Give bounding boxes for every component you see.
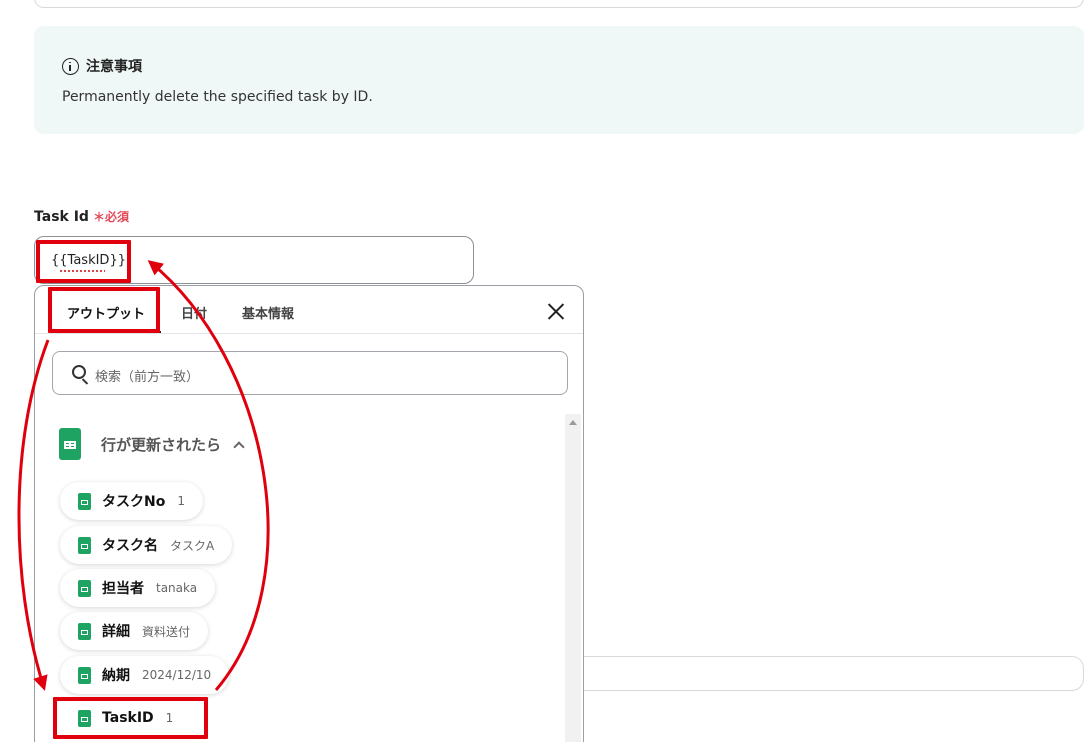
screen: 注意事項 Permanently delete the specified ta…	[0, 0, 1090, 742]
annotation-arrows	[17, 260, 270, 691]
arrow-tab-to-taskid	[17, 339, 50, 691]
arrow-taskid-to-input	[147, 260, 270, 691]
